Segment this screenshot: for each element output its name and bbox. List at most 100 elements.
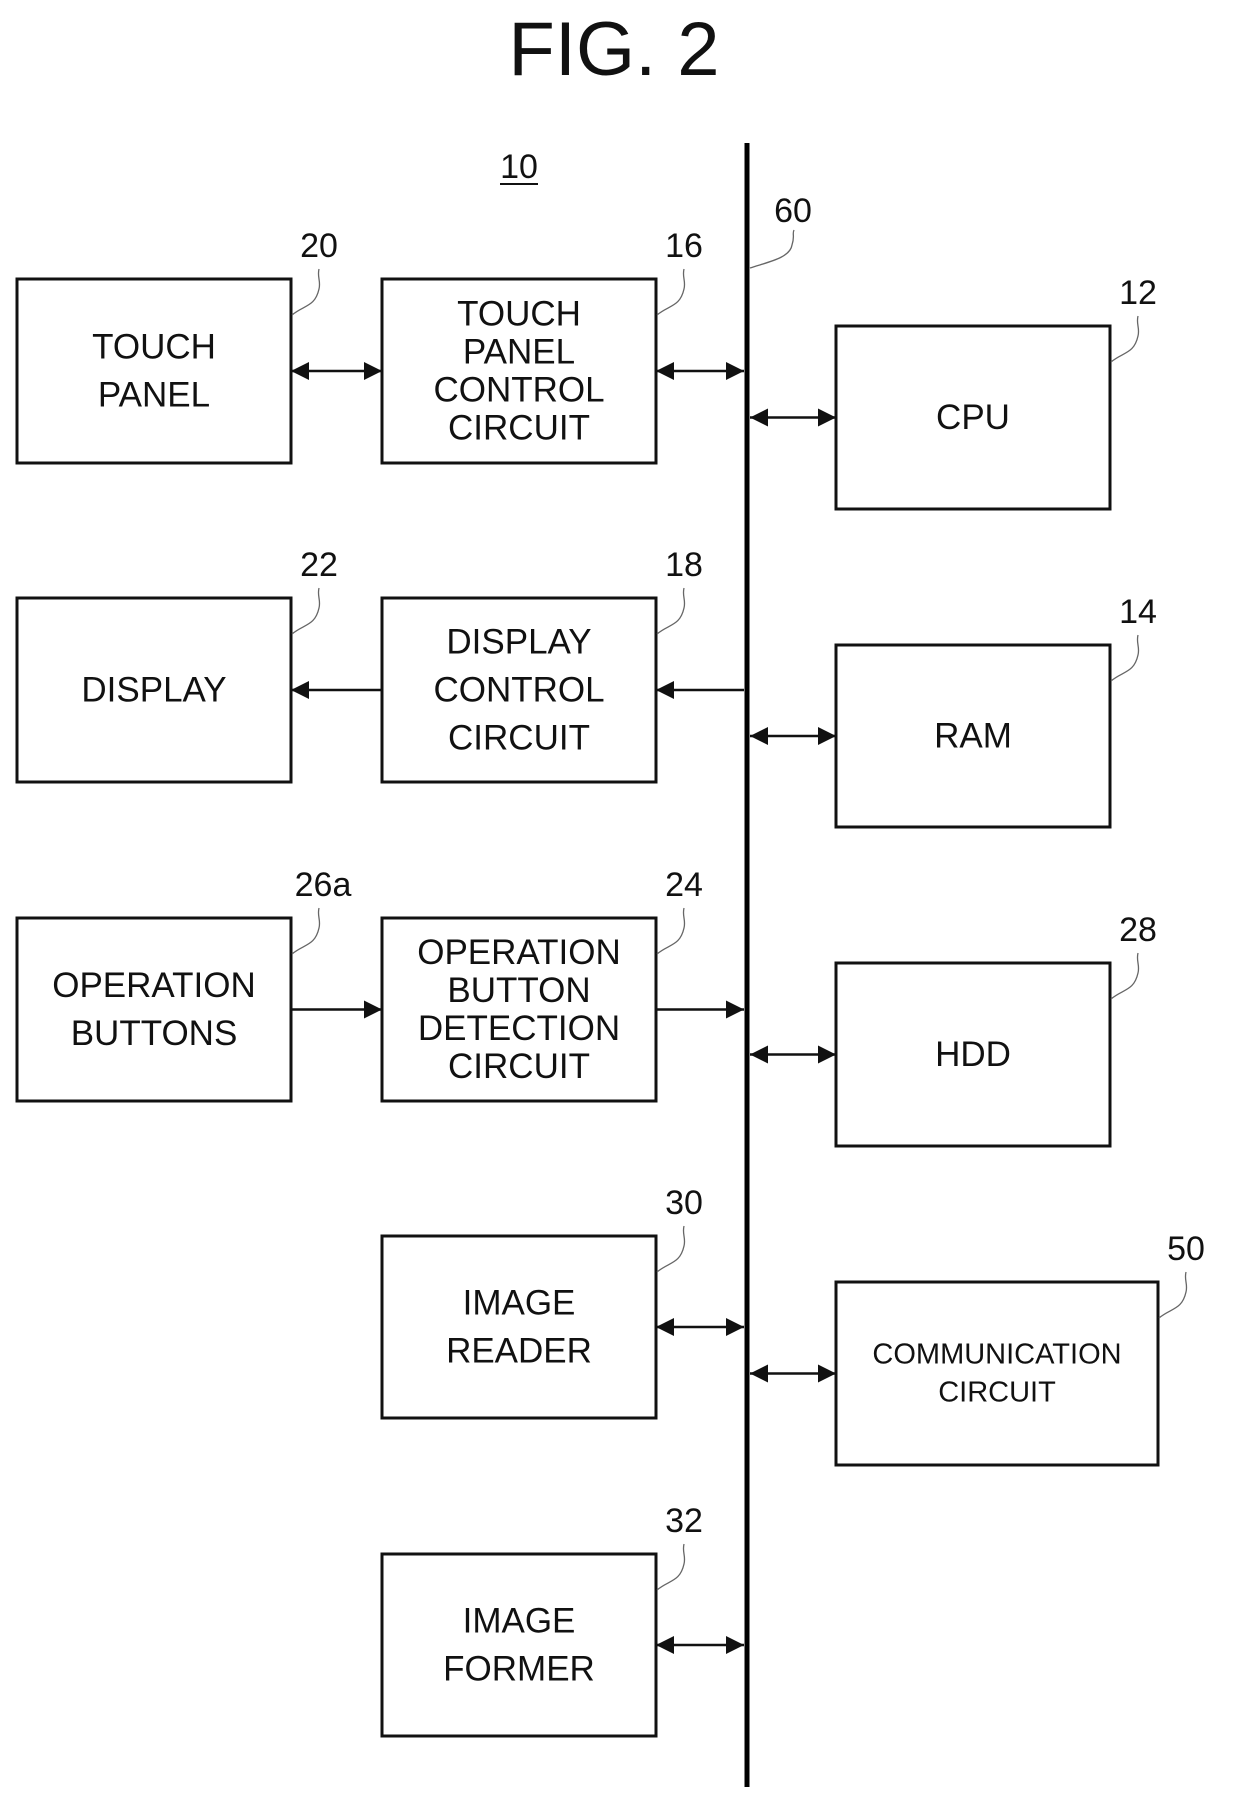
block-operation-buttons: OPERATION BUTTONS 26a — [15, 866, 352, 1103]
arrowhead — [726, 1000, 744, 1019]
blocks-layer: TOUCHPANEL20TOUCHPANELCONTROLCIRCUIT16CP… — [15, 227, 1205, 1738]
touch-panel-control-circuit-label-line: CIRCUIT — [448, 409, 590, 448]
arrowhead — [818, 408, 836, 427]
communication-circuit-box — [834, 1280, 1160, 1467]
communication-circuit-label-line: COMMUNICATION — [872, 1339, 1121, 1371]
arrowhead — [818, 1364, 836, 1383]
touch-panel-control-circuit-reference-leader — [656, 268, 686, 316]
arrowhead — [656, 1636, 674, 1654]
touch-panel-control-circuit-label-line: PANEL — [463, 333, 575, 372]
connection-display-control-circuit-to-display — [291, 681, 382, 699]
connection-bus-to-cpu — [750, 408, 836, 427]
connection-image-former-to-bus — [656, 1636, 744, 1654]
arrowhead — [364, 1000, 382, 1019]
touch-panel-control-circuit-label-line: CONTROL — [433, 371, 604, 410]
arrowhead — [291, 362, 309, 380]
block-touch-panel: TOUCH PANEL 20 — [15, 227, 338, 465]
display-reference: 22 — [300, 546, 338, 584]
arrowhead — [726, 362, 744, 380]
block-display: DISPLAY 22 — [15, 546, 338, 784]
operation-buttons-box — [15, 916, 293, 1103]
image-former-reference: 32 — [665, 1502, 703, 1540]
touch-panel-reference-leader — [291, 268, 321, 316]
arrowhead — [818, 1045, 836, 1064]
operation-button-detection-circuit-label-line: BUTTON — [447, 971, 590, 1010]
connection-bus-to-display-control-circuit — [656, 681, 744, 699]
hdd-reference: 28 — [1119, 911, 1157, 949]
image-reader-reference: 30 — [665, 1184, 703, 1222]
arrowhead — [750, 1364, 768, 1383]
block-hdd: HDD 28 — [834, 911, 1157, 1148]
cpu-label-line: CPU — [936, 398, 1010, 437]
display-control-circuit-label-line: CIRCUIT — [448, 719, 590, 758]
operation-button-detection-circuit-reference: 24 — [665, 866, 703, 904]
communication-circuit-label-line: CIRCUIT — [938, 1377, 1056, 1409]
block-touch-panel-control-circuit: TOUCHPANELCONTROLCIRCUIT 16 — [380, 227, 703, 465]
operation-buttons-label-line: OPERATION — [52, 966, 256, 1005]
display-label-line: DISPLAY — [81, 671, 226, 710]
image-former-box — [380, 1552, 658, 1738]
touch-panel-control-circuit-reference: 16 — [665, 227, 703, 265]
communication-circuit-reference-leader — [1158, 1271, 1188, 1319]
arrowhead — [291, 681, 309, 699]
bus-reference: 60 — [774, 192, 812, 230]
block-image-former: IMAGE FORMER 32 — [380, 1502, 703, 1738]
arrowhead — [818, 727, 836, 745]
block-diagram: FIG. 2 10 60 TOUCHPANEL20TOUCHPANELCONTR… — [15, 7, 1205, 1787]
operation-button-detection-circuit-reference-leader — [656, 907, 686, 955]
arrowhead — [726, 1318, 744, 1336]
image-former-reference-leader — [656, 1543, 686, 1591]
block-cpu: CPU 12 — [834, 274, 1157, 511]
block-operation-button-detection-circuit: OPERATIONBUTTONDETECTIONCIRCUIT 24 — [380, 866, 703, 1103]
block-display-control-circuit: DISPLAY CONTROL CIRCUIT 18 — [380, 546, 703, 784]
operation-button-detection-circuit-label-line: OPERATION — [417, 933, 621, 972]
hdd-label-line: HDD — [935, 1035, 1011, 1074]
arrowhead — [364, 362, 382, 380]
communication-circuit-reference: 50 — [1167, 1230, 1205, 1268]
connection-bus-to-ram — [750, 727, 836, 745]
image-reader-label-line: READER — [446, 1332, 592, 1371]
arrowhead — [656, 362, 674, 380]
display-control-circuit-label-line: DISPLAY — [446, 623, 591, 662]
connection-bus-to-hdd — [750, 1045, 836, 1064]
arrowhead — [750, 727, 768, 745]
operation-button-detection-circuit-label-line: CIRCUIT — [448, 1047, 590, 1086]
display-control-circuit-label-line: CONTROL — [433, 671, 604, 710]
connection-image-reader-to-bus — [656, 1318, 744, 1336]
operation-buttons-reference: 26a — [295, 866, 352, 904]
arrowhead — [726, 1636, 744, 1654]
touch-panel-box — [15, 277, 293, 465]
connection-touch-panel-control-circuit-to-bus — [656, 362, 744, 380]
cpu-reference: 12 — [1119, 274, 1157, 312]
connection-bus-to-communication-circuit — [750, 1364, 836, 1383]
touch-panel-reference: 20 — [300, 227, 338, 265]
figure-title: FIG. 2 — [508, 7, 719, 92]
touch-panel-control-circuit-label-line: TOUCH — [457, 295, 581, 334]
hdd-reference-leader — [1110, 952, 1140, 1000]
display-control-circuit-reference-leader — [656, 587, 686, 635]
block-image-reader: IMAGE READER 30 — [380, 1184, 703, 1420]
arrowhead — [656, 1318, 674, 1336]
block-ram: RAM 14 — [834, 593, 1157, 829]
cpu-reference-leader — [1110, 315, 1140, 363]
connection-operation-button-detection-circuit-to-bus — [656, 1000, 744, 1019]
ram-label-line: RAM — [934, 717, 1012, 756]
ram-reference: 14 — [1119, 593, 1157, 631]
device-reference: 10 — [500, 148, 538, 186]
image-former-label-line: IMAGE — [463, 1602, 576, 1641]
arrowhead — [750, 1045, 768, 1064]
display-reference-leader — [291, 587, 321, 635]
image-reader-label-line: IMAGE — [463, 1284, 576, 1323]
display-control-circuit-reference: 18 — [665, 546, 703, 584]
operation-buttons-reference-leader — [291, 907, 321, 955]
ram-reference-leader — [1110, 634, 1140, 682]
touch-panel-label-line: TOUCH — [92, 328, 216, 367]
connection-touch-panel-to-touch-panel-control-circuit — [291, 362, 382, 380]
arrowhead — [656, 681, 674, 699]
arrowhead — [750, 408, 768, 427]
touch-panel-label-line: PANEL — [98, 376, 210, 415]
bus-reference-leader — [749, 229, 795, 269]
operation-buttons-label-line: BUTTONS — [71, 1014, 238, 1053]
connection-operation-buttons-to-operation-button-detection-circuit — [291, 1000, 382, 1019]
operation-button-detection-circuit-label-line: DETECTION — [418, 1009, 620, 1048]
